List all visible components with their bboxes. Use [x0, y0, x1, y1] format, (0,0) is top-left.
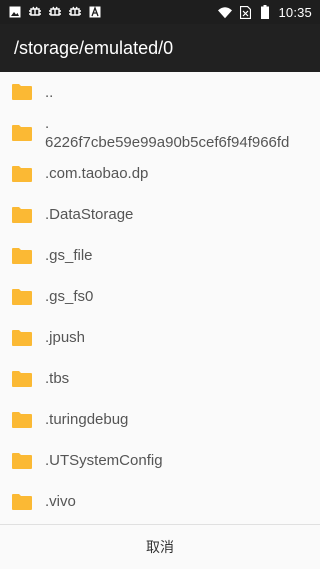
battery-icon: [258, 5, 272, 19]
folder-icon: [12, 494, 32, 510]
folder-icon: [12, 371, 32, 387]
list-item-folder[interactable]: .jpush: [0, 317, 320, 358]
list-item-folder[interactable]: .DataStorage: [0, 194, 320, 235]
image-icon: [8, 5, 22, 19]
status-bar-right: 10:35: [218, 5, 312, 20]
file-name-line2: 6226f7cbe59e99a90b5cef6f94f966fd: [45, 134, 290, 151]
file-name-line1: .: [45, 115, 50, 132]
list-item-folder[interactable]: .UTSystemConfig: [0, 440, 320, 481]
file-name: .com.taobao.dp: [45, 165, 149, 182]
folder-icon: [12, 412, 32, 428]
file-list: .. . 6226f7cbe59e99a90b5cef6f94f966fd .c…: [0, 72, 320, 524]
file-name: .turingdebug: [45, 411, 129, 428]
status-bar: 10:35: [0, 0, 320, 24]
notification-bug-icon: [28, 5, 42, 19]
app-bar: /storage/emulated/0: [0, 24, 320, 72]
folder-icon: [12, 84, 32, 100]
list-item-folder[interactable]: .gs_fs0: [0, 276, 320, 317]
file-name: .DataStorage: [45, 206, 134, 223]
list-item-parent[interactable]: ..: [0, 72, 320, 112]
list-item-folder[interactable]: .tbs: [0, 358, 320, 399]
folder-icon: [12, 453, 32, 469]
folder-icon: [12, 166, 32, 182]
list-item-folder[interactable]: .turingdebug: [0, 399, 320, 440]
cancel-button[interactable]: 取消: [0, 525, 320, 569]
notification-bug-icon: [48, 5, 62, 19]
file-name: .jpush: [45, 329, 86, 346]
folder-icon: [12, 248, 32, 264]
folder-icon: [12, 289, 32, 305]
wifi-icon: [218, 5, 233, 19]
notification-bug-icon: [68, 5, 82, 19]
file-name: .UTSystemConfig: [45, 452, 163, 469]
file-name: .tbs: [45, 370, 70, 387]
current-path-title: /storage/emulated/0: [14, 37, 174, 58]
status-bar-left: [8, 5, 102, 19]
list-item-folder[interactable]: . 6226f7cbe59e99a90b5cef6f94f966fd: [0, 112, 320, 154]
file-name: .vivo: [45, 493, 76, 510]
file-name: .gs_file: [45, 247, 93, 264]
status-time: 10:35: [278, 4, 312, 20]
file-name: ..: [45, 84, 54, 101]
file-name: . 6226f7cbe59e99a90b5cef6f94f966fd: [45, 114, 289, 152]
folder-icon: [12, 330, 32, 346]
list-item-folder[interactable]: .com.taobao.dp: [0, 154, 320, 194]
folder-icon: [12, 207, 32, 223]
folder-icon: [12, 125, 32, 141]
list-item-folder[interactable]: .gs_file: [0, 235, 320, 276]
file-name: .gs_fs0: [45, 288, 94, 305]
list-item-folder[interactable]: .vivo: [0, 481, 320, 522]
sim-icon: [238, 5, 252, 19]
a-icon: [88, 5, 102, 19]
